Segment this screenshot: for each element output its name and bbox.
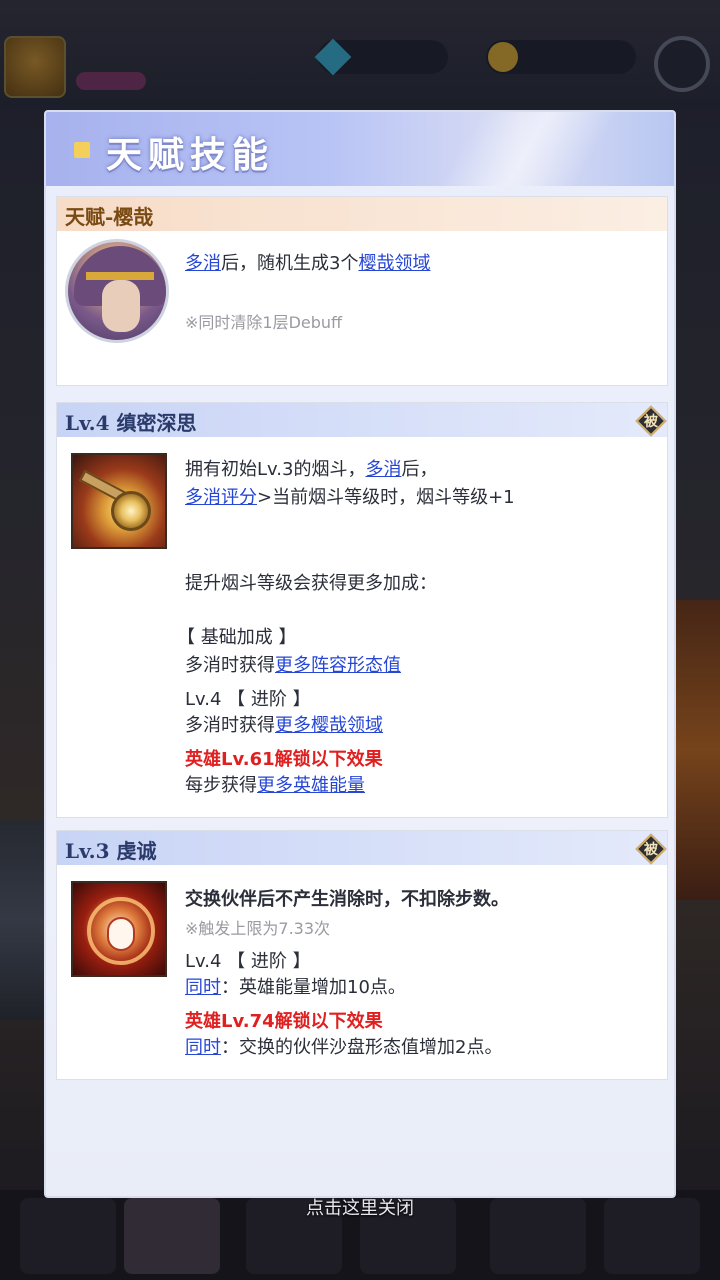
link-sakura-domain[interactable]: 更多樱哉领域 — [275, 715, 383, 736]
title-marker-icon — [74, 142, 90, 158]
link-hero-energy[interactable]: 更多英雄能量 — [257, 775, 365, 796]
skill2-adv-line: 同时：英雄能量增加10点。 — [185, 977, 406, 998]
skill1-basic-line: 多消时获得更多阵容形态值 — [185, 655, 401, 676]
pipe-skill-icon — [71, 453, 167, 549]
link-multi-clear[interactable]: 多消 — [365, 459, 401, 480]
passive-badge-icon: 被 — [635, 405, 667, 437]
hero-portrait — [65, 239, 169, 343]
link-sakura-domain[interactable]: 樱哉领域 — [358, 253, 430, 274]
link-simultaneous[interactable]: 同时 — [185, 977, 221, 998]
link-simultaneous[interactable]: 同时 — [185, 1037, 221, 1058]
talent-card: 天赋-樱哉 多消后，随机生成3个樱哉领域 ※同时清除1层Debuff — [56, 196, 668, 386]
skill2-title: Lv.3 虔诚 — [65, 839, 157, 863]
skill1-adv-line: 多消时获得更多樱哉领域 — [185, 715, 383, 736]
skill-card-1: Lv.4 缜密深思 被 拥有初始Lv.3的烟斗，多消后， 多消评分>当前烟斗等级… — [56, 402, 668, 818]
skill1-unlock-line: 每步获得更多英雄能量 — [185, 775, 365, 796]
talent-title: 天赋-樱哉 — [65, 205, 154, 229]
skill1-unlock: 英雄Lv.61解锁以下效果 — [185, 749, 383, 770]
footprint-skill-icon — [71, 881, 167, 977]
link-multi-clear-score[interactable]: 多消评分 — [185, 487, 257, 508]
skill-card-2: Lv.3 虔诚 被 交换伙伴后不产生消除时，不扣除步数。 ※触发上限为7.33次… — [56, 830, 668, 1080]
skill1-line3: 提升烟斗等级会获得更多加成： — [185, 573, 437, 594]
panel-title: 天赋技能 — [106, 135, 275, 176]
talent-desc: 多消后，随机生成3个樱哉领域 — [185, 253, 431, 274]
panel-header: 天赋技能 — [46, 112, 674, 186]
skill2-unlock-line: 同时：交换的伙伴沙盘形态值增加2点。 — [185, 1037, 503, 1058]
link-multi-clear[interactable]: 多消 — [185, 253, 221, 274]
skill1-basic-title: 【 基础加成 】 — [177, 627, 297, 648]
talent-skill-panel: 天赋技能 天赋-樱哉 多消后，随机生成3个樱哉领域 ※同时清除1层Debuff … — [44, 110, 676, 1198]
skill2-unlock: 英雄Lv.74解锁以下效果 — [185, 1011, 383, 1032]
skill1-line2: 多消评分>当前烟斗等级时，烟斗等级+1 — [185, 487, 515, 508]
skill2-note: ※触发上限为7.33次 — [185, 919, 331, 938]
passive-badge-icon: 被 — [635, 833, 667, 865]
talent-note: ※同时清除1层Debuff — [185, 313, 343, 332]
skill2-line1: 交换伙伴后不产生消除时，不扣除步数。 — [185, 889, 509, 910]
skill1-title: Lv.4 缜密深思 — [65, 411, 197, 435]
skill1-adv-title: Lv.4 【 进阶 】 — [185, 689, 311, 710]
skill1-line1: 拥有初始Lv.3的烟斗，多消后， — [185, 459, 438, 480]
link-formation-value[interactable]: 更多阵容形态值 — [275, 655, 401, 676]
skill2-adv-title: Lv.4 【 进阶 】 — [185, 951, 311, 972]
